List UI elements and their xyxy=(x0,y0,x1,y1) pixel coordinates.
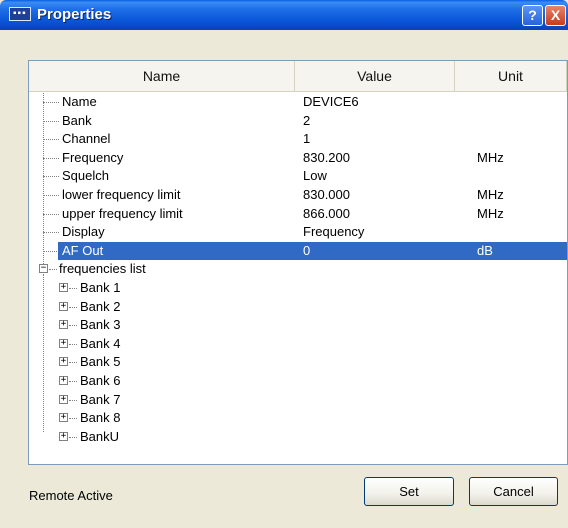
frequencies-list-label: frequencies list xyxy=(59,261,146,277)
property-unit: MHz xyxy=(477,149,504,165)
property-value: 866.000 xyxy=(303,205,350,221)
bank-node[interactable]: BankU xyxy=(29,428,567,446)
property-name: Display xyxy=(62,224,105,240)
property-name: Channel xyxy=(62,131,111,147)
property-row[interactable]: Channel 1 xyxy=(29,130,567,148)
property-row[interactable]: lower frequency limit 830.000 MHz xyxy=(29,186,567,204)
property-row[interactable]: Frequency 830.200 MHz xyxy=(29,149,567,167)
property-name: Name xyxy=(62,94,97,109)
property-name: upper frequency limit xyxy=(62,205,183,221)
property-value: 830.000 xyxy=(303,187,350,202)
column-header: Name Value Unit xyxy=(29,61,567,92)
column-unit-header[interactable]: Unit xyxy=(455,61,567,91)
bank-node[interactable]: Bank 2 xyxy=(29,298,567,316)
property-value: 1 xyxy=(303,131,311,147)
set-button[interactable]: Set xyxy=(364,477,454,506)
bank-label: Bank 7 xyxy=(80,391,121,407)
bank-label: Bank 1 xyxy=(80,280,121,295)
property-row[interactable]: Display Frequency xyxy=(29,223,567,241)
property-value: Frequency xyxy=(303,224,365,240)
bank-label: BankU xyxy=(80,428,120,444)
bank-node[interactable]: Bank 4 xyxy=(29,335,567,353)
property-name: AF Out xyxy=(62,242,104,258)
status-text: Remote Active xyxy=(29,488,113,503)
property-row[interactable]: Bank 2 xyxy=(29,112,567,130)
cancel-button[interactable]: Cancel xyxy=(469,477,558,506)
bank-label: Bank 5 xyxy=(80,354,121,370)
bank-node[interactable]: Bank 8 xyxy=(29,409,567,427)
property-value: 2 xyxy=(303,112,311,128)
property-row[interactable]: AF Out 0 dB xyxy=(29,241,567,260)
property-name: Squelch xyxy=(62,168,109,184)
property-row[interactable]: Squelch Low xyxy=(29,167,567,185)
property-value: Low xyxy=(303,168,327,184)
property-name: Frequency xyxy=(62,149,124,165)
bank-label: Bank 4 xyxy=(80,335,121,351)
column-value-header[interactable]: Value xyxy=(295,61,455,91)
bank-label: Bank 3 xyxy=(80,317,121,333)
window-title: Properties xyxy=(37,6,112,23)
bank-label: Bank 8 xyxy=(80,410,121,426)
bank-label: Bank 2 xyxy=(80,298,121,314)
property-row[interactable]: Name DEVICE6 xyxy=(29,93,567,111)
bank-node[interactable]: Bank 5 xyxy=(29,353,567,371)
property-tree[interactable]: Name Value Unit Name DEVICE6 Bank 2 Channel 1… xyxy=(28,60,568,465)
property-name: lower frequency limit xyxy=(62,187,181,202)
property-value: 0 xyxy=(303,242,311,258)
close-button[interactable]: X xyxy=(545,5,566,26)
property-unit: dB xyxy=(477,242,493,258)
column-name-header[interactable]: Name xyxy=(29,61,295,91)
bank-node[interactable]: Bank 3 xyxy=(29,316,567,334)
property-unit: MHz xyxy=(477,187,504,202)
property-unit: MHz xyxy=(477,205,504,221)
frequencies-list-node[interactable]: frequencies list xyxy=(29,260,567,278)
bank-node[interactable]: Bank 1 xyxy=(29,279,567,297)
bank-node[interactable]: Bank 7 xyxy=(29,391,567,409)
bank-label: Bank 6 xyxy=(80,373,121,388)
property-name: Bank xyxy=(62,112,92,128)
title-bar[interactable]: ▪▪▪ Properties ? X xyxy=(0,0,568,30)
help-button[interactable]: ? xyxy=(522,5,543,26)
property-value: DEVICE6 xyxy=(303,94,359,109)
window-icon: ▪▪▪ xyxy=(9,7,31,21)
property-row[interactable]: upper frequency limit 866.000 MHz xyxy=(29,205,567,223)
properties-dialog: ▪▪▪ Properties ? X Name Value Unit Name D… xyxy=(0,0,568,528)
property-value: 830.200 xyxy=(303,149,350,165)
bank-node[interactable]: Bank 6 xyxy=(29,372,567,390)
